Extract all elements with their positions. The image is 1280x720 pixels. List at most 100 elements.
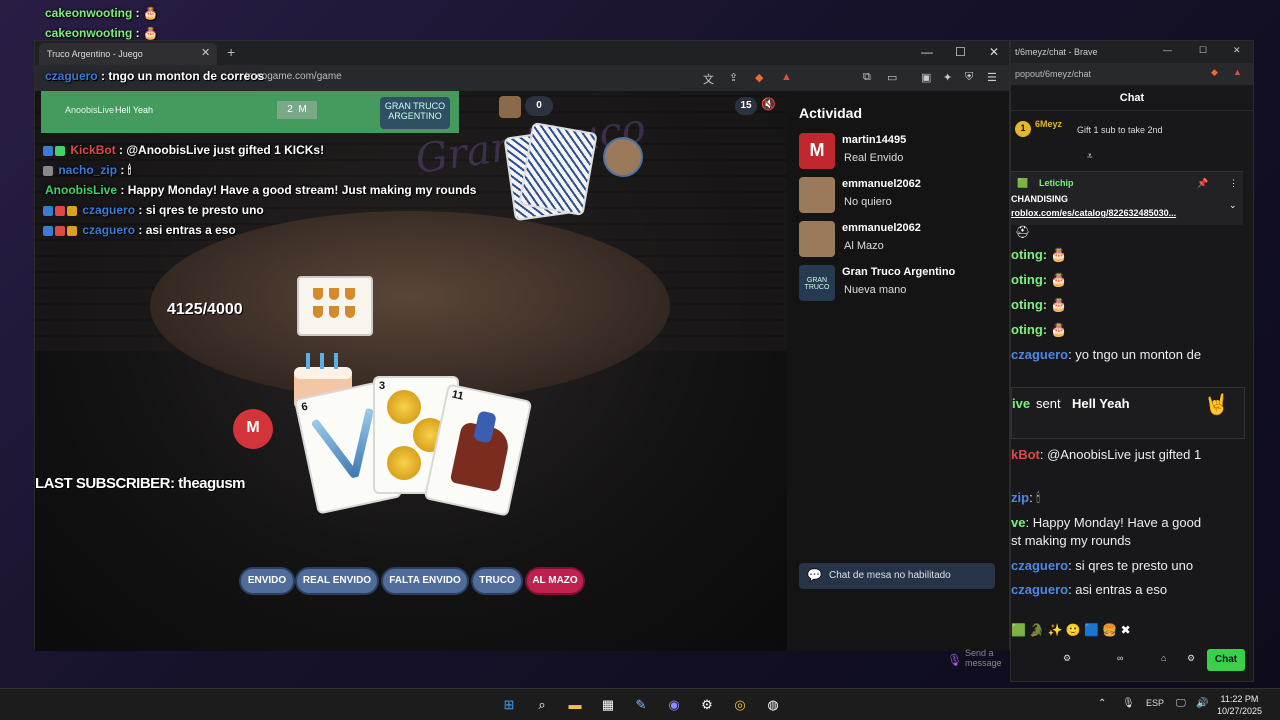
gear-icon[interactable]: ⚙ (1187, 653, 1195, 664)
link-icon[interactable]: ∞ (1117, 653, 1123, 663)
sidebar-icon[interactable]: ▭ (887, 71, 897, 84)
chat-message: : yo tngo un monton de (1068, 347, 1202, 362)
url-field[interactable]: popout/6meyz/chat (1015, 69, 1091, 79)
pin-icon[interactable]: 📌 (1197, 178, 1208, 189)
opponent-score: 0 (525, 96, 553, 116)
new-tab-icon[interactable]: + (227, 44, 235, 60)
mic-icon[interactable]: 🎙 (1122, 698, 1135, 709)
activity-title: Actividad (799, 105, 863, 121)
badge-icon (43, 165, 53, 176)
mic-icon[interactable]: 🎙 (947, 653, 962, 667)
chat-line: czaguero: si qres te presto uno (1011, 558, 1193, 573)
badge-icon (43, 145, 53, 156)
leo-icon[interactable]: ✦ (943, 71, 952, 84)
avatar (799, 221, 835, 257)
cup-icon (313, 306, 323, 318)
logo-text: GRAN TRUCO ARGENTINO (384, 101, 446, 121)
coin-icon (387, 446, 421, 480)
volume-icon[interactable]: 🔊 (1196, 698, 1208, 709)
network-icon[interactable]: 🖵 (1176, 698, 1186, 709)
vpn-icon[interactable]: ⛨ (965, 71, 973, 84)
minimize-icon[interactable]: — (1163, 45, 1172, 55)
top-gifter: 6Meyz (1035, 119, 1063, 129)
maximize-icon[interactable]: ☐ (1199, 45, 1207, 56)
maximize-icon[interactable]: ☐ (955, 45, 966, 59)
truco-button[interactable]: TRUCO (473, 569, 521, 593)
obs-icon[interactable]: ◍ (763, 695, 783, 715)
chat-message: : @AnoobisLive just gifted 1 (1039, 447, 1202, 462)
pinned-link[interactable]: roblox.com/es/catalog/822632485030... (1011, 208, 1176, 218)
minimize-icon[interactable]: — (921, 45, 933, 59)
language-indicator[interactable]: ESP (1146, 698, 1164, 708)
rewards-icon[interactable]: ▲ (1233, 67, 1242, 77)
close-window-icon[interactable]: ✕ (1233, 45, 1241, 56)
chat-input[interactable]: Send a message (965, 648, 1005, 668)
chat-line: oting: 🎂 (1011, 247, 1067, 263)
browser-window: Truco Argentino - Juego ✕ + — ☐ ✕ czague… (34, 40, 1010, 651)
extensions-icon[interactable]: ⧉ (863, 71, 871, 84)
badge-icon (67, 205, 77, 216)
taskbar: ⊞ ⌕ ▬ ▦ ✎ ◉ ⚙ ◎ ◍ ⌃ 🎙 ESP 🖵 🔊 11:22 PM 1… (0, 688, 1280, 720)
brave-shield-icon[interactable]: ◆ (755, 71, 763, 84)
app-icon[interactable]: ⚙ (697, 695, 717, 715)
falta-envido-button[interactable]: FALTA ENVIDO (383, 569, 467, 593)
browser-tab[interactable]: Truco Argentino - Juego (39, 43, 217, 65)
file-explorer-icon[interactable]: ▬ (565, 695, 585, 715)
url-field[interactable]: trucogame.com/game (245, 71, 342, 82)
chat-username: oting: (1011, 272, 1048, 287)
send-chat-button[interactable]: Chat (1207, 649, 1245, 671)
close-window-icon[interactable]: ✕ (989, 45, 999, 59)
card-number: 6 (300, 400, 309, 414)
opponent-avatar-small (499, 96, 521, 118)
overlay-username: cakeonwooting (45, 6, 133, 20)
envido-button[interactable]: ENVIDO (241, 569, 293, 593)
cup-icon (313, 288, 323, 300)
expand-icon[interactable]: ⩡ (1087, 151, 1093, 162)
chat-username: oting: (1011, 322, 1048, 337)
cup-icon (329, 288, 339, 300)
discord-icon[interactable]: ◉ (664, 695, 684, 715)
chevron-up-icon[interactable]: ⌃ (1098, 698, 1106, 709)
menu-icon[interactable]: ☰ (987, 71, 997, 84)
chat-message: : 🕯 (1029, 490, 1040, 505)
avatar (799, 177, 835, 213)
rank-badge: 1 (1015, 121, 1031, 137)
wallet-icon[interactable]: ▣ (921, 71, 931, 84)
pinned-message[interactable]: 🟩 Letichip 📌 ⋮ CHANDISING roblox.com/es/… (1011, 171, 1243, 225)
game-logo: GRAN TRUCO ARGENTINO (380, 97, 450, 129)
activity-text: Al Mazo (844, 240, 884, 252)
store-icon[interactable]: ⌂ (1161, 653, 1166, 663)
activity-username: emmanuel2062 (842, 178, 921, 190)
overlay-chat-line: czaguero : si qres te presto uno (43, 203, 264, 217)
start-icon[interactable]: ⊞ (499, 695, 519, 715)
store-icon[interactable]: ▦ (598, 695, 618, 715)
chrome-icon[interactable]: ◎ (730, 695, 750, 715)
brave-shield-icon[interactable]: ◆ (1211, 67, 1218, 78)
rewards-icon[interactable]: ▲ (781, 71, 792, 83)
overlay-message: @AnoobisLive just gifted 1 KICKs! (126, 143, 325, 157)
clock[interactable]: 11:22 PM 10/27/2025 (1217, 693, 1262, 717)
mute-icon[interactable]: 🔇 (761, 97, 776, 111)
chat-line: oting: 🎂 (1011, 272, 1067, 288)
card-number: 11 (450, 388, 465, 403)
al-mazo-button[interactable]: AL MAZO (527, 569, 583, 593)
activity-username: emmanuel2062 (842, 222, 921, 234)
translate-icon[interactable]: 文 (703, 71, 714, 87)
chat-window: t/6meyz/chat - Brave — ☐ ✕ popout/6meyz/… (947, 40, 1254, 682)
share-icon[interactable]: ⇪ (729, 71, 738, 84)
chat-line: oting: 🎂 (1011, 297, 1067, 313)
badge-icon (43, 205, 53, 216)
settings-icon[interactable]: ⚙ (1063, 653, 1071, 664)
cup-icon (345, 288, 355, 300)
close-tab-icon[interactable]: ✕ (201, 46, 210, 59)
chat-line: kBot: @AnoobisLive just gifted 1 (1011, 447, 1201, 462)
more-icon[interactable]: ⋮ (1229, 178, 1238, 189)
search-icon[interactable]: ⌕ (532, 695, 552, 715)
chevron-down-icon[interactable]: ⌄ (1229, 200, 1237, 211)
activity-panel: Actividad M martin14495 Real Envido emma… (787, 91, 1009, 651)
overlay-username: czaguero (82, 203, 136, 217)
app-icon[interactable]: ✎ (631, 695, 651, 715)
last-subscriber: LAST SUBSCRIBER: theagusm (35, 475, 246, 492)
card-number: 3 (379, 380, 386, 392)
real-envido-button[interactable]: REAL ENVIDO (297, 569, 377, 593)
